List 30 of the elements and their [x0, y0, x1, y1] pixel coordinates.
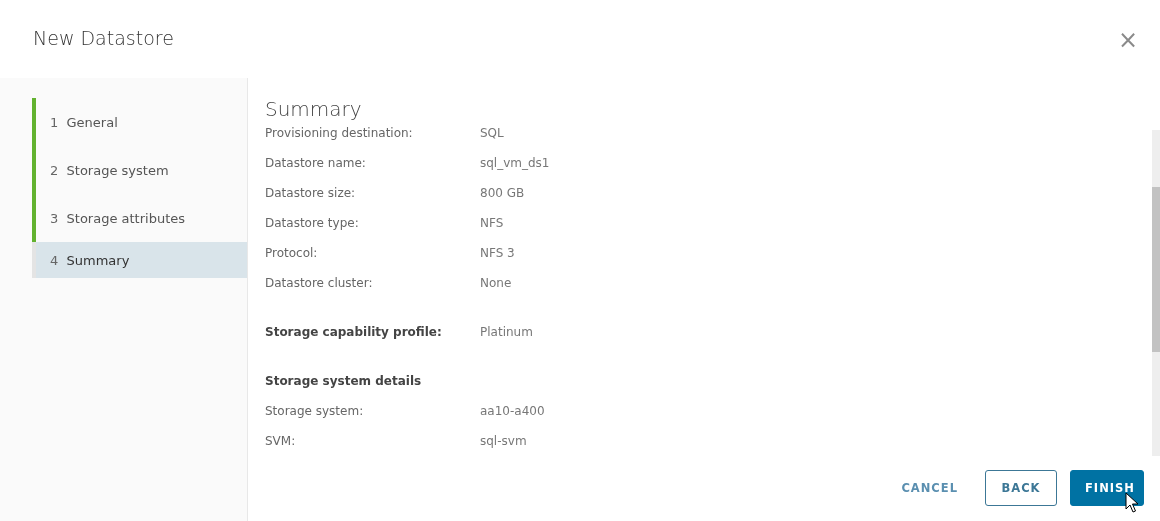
wizard-step[interactable]: 1 General — [32, 98, 247, 146]
field-label: Storage system: — [265, 404, 365, 418]
wizard-step[interactable]: 2 Storage system — [32, 146, 247, 194]
back-button[interactable]: BACK — [985, 469, 1057, 506]
field-label: Datastore name: — [265, 156, 367, 170]
field-value: Platinum — [480, 325, 533, 339]
field-label: Storage system details — [265, 374, 423, 388]
summary-heading: Summary — [265, 98, 363, 120]
field-value: None — [480, 276, 512, 290]
field-value: SQL — [480, 126, 504, 140]
wizard-step[interactable]: 4 Summary — [32, 242, 247, 278]
field-value: NFS — [480, 216, 504, 230]
mouse-pointer-icon — [1125, 492, 1139, 514]
field-value: aa10-a400 — [480, 404, 545, 418]
field-label: Storage capability profile: — [265, 325, 443, 339]
field-label: Datastore size: — [265, 186, 357, 200]
field-value: NFS 3 — [480, 246, 515, 260]
field-label: Datastore cluster: — [265, 276, 374, 290]
dialog-title: New Datastore — [33, 27, 174, 49]
cancel-button[interactable]: CANCEL — [887, 469, 972, 506]
field-label: Provisioning destination: — [265, 126, 414, 140]
field-value: sql_vm_ds1 — [480, 156, 550, 170]
field-label: Datastore type: — [265, 216, 360, 230]
field-label: Protocol: — [265, 246, 319, 260]
field-value: sql-svm — [480, 434, 527, 448]
scrollbar[interactable] — [1152, 130, 1160, 456]
field-value: 800 GB — [480, 186, 525, 200]
scrollbar-thumb[interactable] — [1152, 187, 1160, 352]
field-label: SVM: — [265, 434, 297, 448]
finish-button[interactable]: FINISH — [1070, 469, 1144, 506]
